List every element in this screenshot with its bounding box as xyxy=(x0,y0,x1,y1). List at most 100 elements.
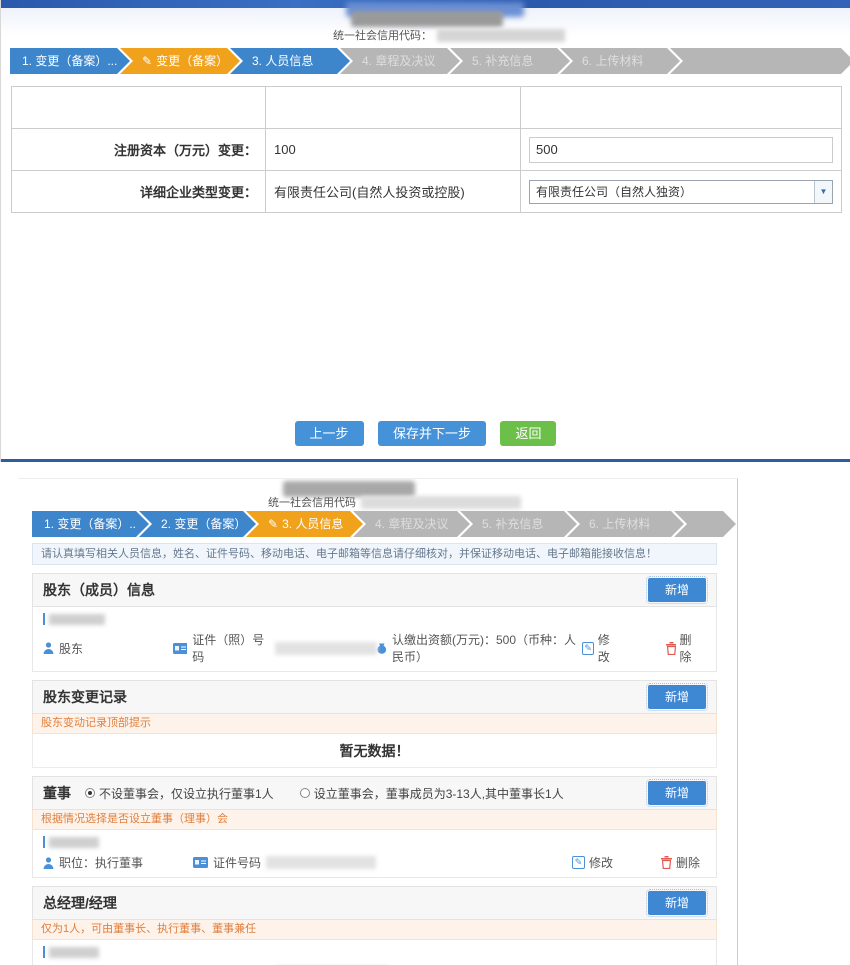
step-label: 2. 变更（备案）... xyxy=(161,517,256,531)
step-4-charter: 4. 章程及决议 xyxy=(353,511,457,537)
table-row-company-type: 详细企业类型变更： 有限责任公司(自然人投资或控股) 有限责任公司（自然人独资）… xyxy=(12,171,842,213)
step-label: 3. 人员信息 xyxy=(252,54,313,68)
step-label: 3. 人员信息 xyxy=(282,517,343,531)
shareholder-section-header: 股东（成员）信息 新增 xyxy=(32,573,717,607)
step-label: 5. 补充信息 xyxy=(482,517,543,531)
redacted-person-name xyxy=(49,614,105,625)
credit-code-label: 统一社会信用代码： xyxy=(333,27,432,43)
delete-button[interactable]: 删除 xyxy=(666,631,700,665)
change-record-hint: 股东变动记录顶部提示 xyxy=(32,714,717,734)
director-section-header: 董事 不设董事会，仅设立执行董事1人 设立董事会，董事成员为3-13人,其中董事… xyxy=(32,776,717,810)
contribution-amount: 认缴出资额(万元)：500（币种：人民币） xyxy=(377,631,582,665)
name-marker xyxy=(43,613,45,625)
section-title: 股东（成员）信息 xyxy=(43,580,155,600)
radio-no-board-label[interactable]: 不设董事会，仅设立执行董事1人 xyxy=(99,785,274,802)
add-shareholder-button[interactable]: 新增 xyxy=(648,578,706,602)
change-record-section-header: 股东变更记录 新增 xyxy=(32,680,717,714)
delete-button[interactable]: 删除 xyxy=(661,854,700,871)
redacted-credit-code xyxy=(437,29,565,42)
section-title: 总经理/经理 xyxy=(43,893,117,913)
redacted-person-name xyxy=(49,947,99,958)
company-type-label: 详细企业类型变更： xyxy=(12,171,266,213)
panel-bottom-border xyxy=(1,459,850,462)
step-5-supplement: 5. 补充信息 xyxy=(450,48,557,74)
step-1-change-record[interactable]: 1. 变更（备案）... xyxy=(32,511,136,537)
shareholder-role: 股东 xyxy=(43,640,173,657)
radio-board[interactable] xyxy=(300,788,310,798)
back-button[interactable]: 返回 xyxy=(500,421,556,446)
name-marker xyxy=(43,946,45,958)
section-title: 董事 xyxy=(43,783,71,803)
redacted-cert-number xyxy=(275,642,377,655)
capital-new-input[interactable] xyxy=(529,137,833,163)
director-hint: 根据情况选择是否设立董事（理事）会 xyxy=(32,810,717,830)
step-4-charter: 4. 章程及决议 xyxy=(340,48,447,74)
step-wizard-top: 1. 变更（备案）... ✎变更（备案）... 3. 人员信息 4. 章程及决议… xyxy=(10,48,841,74)
trash-icon xyxy=(661,856,672,869)
trash-icon xyxy=(666,642,675,655)
capital-label: 注册资本（万元）变更： xyxy=(12,129,266,171)
step-label: 6. 上传材料 xyxy=(589,517,650,531)
step-label: 4. 章程及决议 xyxy=(375,517,448,531)
capital-old-value: 100 xyxy=(266,129,521,171)
credit-code-label: 统一社会信用代码 xyxy=(268,494,356,510)
redacted-company-name xyxy=(351,11,503,27)
step-label: 5. 补充信息 xyxy=(472,54,533,68)
change-comparison-table: 注册资本（万元）变更： 100 详细企业类型变更： 有限责任公司(自然人投资或控… xyxy=(11,86,842,213)
table-row-capital: 注册资本（万元）变更： 100 xyxy=(12,129,842,171)
cert-number: 证件（照）号码 xyxy=(173,631,377,665)
company-type-select[interactable]: 有限责任公司（自然人独资） ▼ xyxy=(529,180,833,204)
credit-code-line: 统一社会信用代码 xyxy=(268,494,521,510)
top-panel-header: 统一社会信用代码： xyxy=(1,8,850,48)
step-3-personnel-active[interactable]: ✎3. 人员信息 xyxy=(246,511,350,537)
table-row-empty xyxy=(12,87,842,129)
change-form-panel: 统一社会信用代码： 1. 变更（备案）... ✎变更（备案）... 3. 人员信… xyxy=(0,0,850,462)
modify-button[interactable]: ✎ 修改 xyxy=(582,631,618,665)
chevron-down-icon[interactable]: ▼ xyxy=(814,181,832,203)
company-type-old-value: 有限责任公司(自然人投资或控股) xyxy=(266,171,521,213)
id-card-icon xyxy=(193,857,208,868)
shareholder-row: 股东 证件（照）号码 认缴出资额(万元)：500（币种：人民币） ✎ 修改 xyxy=(32,607,717,672)
redacted-person-name xyxy=(49,837,99,848)
empty-new-cell xyxy=(521,87,842,129)
step-label: 4. 章程及决议 xyxy=(362,54,435,68)
step-5-supplement: 5. 补充信息 xyxy=(460,511,564,537)
modify-button[interactable]: ✎ 修改 xyxy=(572,854,613,871)
form-actions: 上一步 保存并下一步 返回 xyxy=(1,421,850,446)
save-next-button[interactable]: 保存并下一步 xyxy=(378,421,486,446)
step-label: 变更（备案）... xyxy=(156,54,238,68)
empty-old-cell xyxy=(266,87,521,129)
edit-icon: ✎ xyxy=(582,642,593,655)
manager-section-header: 总经理/经理 新增 xyxy=(32,886,717,920)
personnel-notice: 请认真填写相关人员信息，姓名、证件号码、移动电话、电子邮箱等信息请仔细核对，并保… xyxy=(32,543,717,565)
step-3-personnel[interactable]: 3. 人员信息 xyxy=(230,48,337,74)
company-type-selected-option: 有限责任公司（自然人独资） xyxy=(536,183,692,200)
add-manager-button[interactable]: 新增 xyxy=(648,891,706,915)
radio-board-label[interactable]: 设立董事会，董事成员为3-13人,其中董事长1人 xyxy=(314,785,564,802)
step-wizard-bottom: 1. 变更（备案）... 2. 变更（备案）... ✎3. 人员信息 4. 章程… xyxy=(32,511,723,537)
step-6-upload: 6. 上传材料 xyxy=(560,48,667,74)
cert-number: 证件号码 xyxy=(193,854,376,871)
personnel-info-panel: 统一社会信用代码 1. 变更（备案）... 2. 变更（备案）... ✎3. 人… xyxy=(18,478,738,965)
no-data-message: 暂无数据！ xyxy=(32,734,717,768)
step-label: 1. 变更（备案）... xyxy=(44,517,139,531)
step-label: 1. 变更（备案）... xyxy=(22,54,117,68)
edit-icon: ✎ xyxy=(572,856,585,869)
director-row: 职位：执行董事 证件号码 ✎ 修改 删除 xyxy=(32,830,717,878)
step-6-upload: 6. 上传材料 xyxy=(567,511,671,537)
step-bar-filler xyxy=(670,48,841,74)
step-2-change-record-active[interactable]: ✎变更（备案）... xyxy=(120,48,227,74)
person-icon xyxy=(43,642,54,654)
edit-pencil-icon: ✎ xyxy=(142,54,152,68)
id-card-icon xyxy=(173,643,187,654)
prev-step-button[interactable]: 上一步 xyxy=(295,421,364,446)
redacted-credit-code xyxy=(361,496,521,509)
step-2-change-record[interactable]: 2. 变更（备案）... xyxy=(139,511,243,537)
add-director-button[interactable]: 新增 xyxy=(648,781,706,805)
step-1-change-record[interactable]: 1. 变更（备案）... xyxy=(10,48,117,74)
money-bag-icon xyxy=(377,642,387,655)
credit-code-line: 统一社会信用代码： xyxy=(333,27,565,43)
add-change-record-button[interactable]: 新增 xyxy=(648,685,706,709)
radio-no-board-selected[interactable] xyxy=(85,788,95,798)
bottom-panel-header: 统一社会信用代码 xyxy=(18,479,737,511)
